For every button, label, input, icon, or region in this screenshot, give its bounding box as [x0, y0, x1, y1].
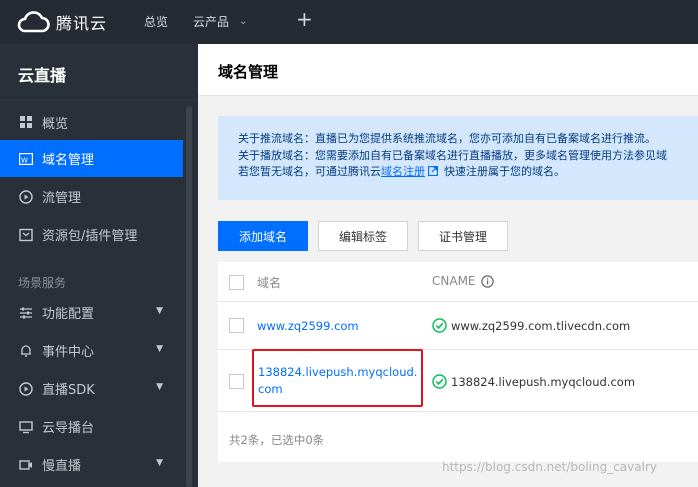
svg-text:W: W	[21, 156, 28, 164]
play-icon	[19, 381, 33, 396]
column-header-cname: CNAME	[432, 274, 494, 288]
page-title: 域名管理	[218, 63, 279, 81]
sidebar-title: 云直播	[18, 66, 67, 85]
chevron-down-icon: ▼	[156, 382, 163, 392]
row-checkbox[interactable]	[229, 318, 244, 333]
sidebar-item-label: 概览	[42, 117, 69, 132]
cname-text: 138824.livepush.myqcloud.com	[451, 374, 636, 389]
sidebar-item-label: 事件中心	[42, 345, 95, 360]
info-notice: 关于推流域名：直播已为您提供系统推流域名，您亦可添加自有已备案域名进行推流。 关…	[218, 116, 698, 200]
table-footer-count: 共2条，已选中0条	[229, 433, 325, 447]
sliders-icon	[19, 306, 33, 320]
sidebar: 云直播 概览 W 域名管理 流管理 资源包/插件管理 场景服务 功能配置 ▼ 事…	[0, 44, 198, 487]
cert-manage-button[interactable]: 证书管理	[418, 221, 508, 251]
sidebar-item-label: 流管理	[42, 191, 82, 206]
sidebar-item-domain-management[interactable]: W 域名管理	[0, 140, 183, 177]
highlight-annotation	[252, 349, 423, 407]
cloud-icon	[17, 11, 50, 33]
sidebar-item-label: 慢直播	[42, 459, 82, 474]
chevron-down-icon: ⌄	[239, 16, 248, 27]
table-header-row: 域名 CNAME	[218, 262, 698, 302]
top-bar: 腾讯云 总览 云产品 ⌄ +	[0, 0, 698, 44]
sidebar-divider	[0, 100, 198, 101]
nav-overview[interactable]: 总览	[144, 13, 168, 30]
check-circle-icon	[432, 318, 447, 333]
chevron-down-icon: ▼	[156, 344, 163, 354]
main-content: 域名管理 关于推流域名：直播已为您提供系统推流域名，您亦可添加自有已备案域名进行…	[198, 44, 698, 487]
sidebar-item-label: 直播SDK	[42, 383, 95, 398]
external-link-icon[interactable]	[428, 166, 438, 176]
notice-line-play: 关于播放域名：您需要添加自有已备案域名进行直播播放，更多域名管理使用方法参见域	[238, 148, 667, 162]
grid-icon	[19, 116, 33, 130]
play-circle-icon	[19, 189, 33, 204]
sidebar-item-label: 云导播台	[42, 421, 95, 436]
sidebar-item-label: 资源包/插件管理	[42, 229, 138, 244]
monitor-icon	[19, 420, 33, 434]
cname-text: www.zq2599.com.tlivecdn.com	[451, 318, 631, 333]
package-icon	[19, 228, 33, 242]
brand-logo[interactable]: 腾讯云	[16, 0, 107, 44]
sidebar-item-label: 域名管理	[42, 153, 95, 168]
notice-register-suffix: 快速注册属于您的域名。	[444, 165, 565, 178]
sidebar-item-stream-management[interactable]: 流管理	[0, 178, 183, 215]
sidebar-item-overview[interactable]: 概览	[0, 104, 183, 141]
page-header: 域名管理	[198, 44, 698, 96]
domain-link[interactable]: www.zq2599.com	[257, 319, 359, 333]
sidebar-section-scene-services: 场景服务	[18, 276, 67, 290]
sidebar-item-live-sdk[interactable]: 直播SDK ▼	[0, 370, 183, 407]
sidebar-item-feature-config[interactable]: 功能配置 ▼	[0, 294, 183, 331]
cname-value: 138824.livepush.myqcloud.com	[432, 374, 635, 389]
notice-line-register: 若您暂无域名，可通过腾讯云域名注册 快速注册属于您的域名。	[238, 164, 698, 181]
watermark: https://blog.csdn.net/boling_cavalry	[442, 460, 657, 474]
chevron-down-icon: ▼	[156, 306, 163, 316]
select-all-checkbox[interactable]	[229, 275, 244, 290]
sidebar-item-event-center[interactable]: 事件中心 ▼	[0, 332, 183, 369]
sidebar-scrollbar-thumb[interactable]	[186, 106, 192, 487]
info-icon[interactable]	[480, 274, 494, 288]
column-header-domain: 域名	[257, 276, 282, 290]
brand-name: 腾讯云	[56, 14, 108, 33]
sidebar-item-label: 功能配置	[42, 307, 95, 322]
domain-table: 域名 CNAME www.zq2599.com www.zq2599.com.t…	[218, 262, 698, 462]
table-row: www.zq2599.com www.zq2599.com.tlivecdn.c…	[218, 302, 698, 350]
add-icon[interactable]: +	[296, 9, 313, 29]
web-icon: W	[19, 152, 33, 166]
notice-register-prefix: 若您暂无域名，可通过腾讯云	[238, 165, 381, 178]
notice-line-push: 关于推流域名：直播已为您提供系统推流域名，您亦可添加自有已备案域名进行推流。	[238, 132, 656, 145]
camera-icon	[19, 458, 33, 472]
nav-products-label: 云产品	[193, 15, 230, 29]
check-circle-icon	[432, 374, 447, 389]
chevron-down-icon: ▼	[156, 458, 163, 468]
sidebar-item-packages[interactable]: 资源包/插件管理	[0, 216, 183, 253]
column-header-cname-label: CNAME	[432, 274, 476, 288]
row-checkbox[interactable]	[229, 374, 244, 389]
domain-register-link[interactable]: 域名注册	[381, 165, 425, 178]
sidebar-item-cloud-director[interactable]: 云导播台	[0, 408, 183, 445]
cname-value: www.zq2599.com.tlivecdn.com	[432, 318, 630, 333]
sidebar-item-slow-live[interactable]: 慢直播 ▼	[0, 446, 183, 483]
add-domain-button[interactable]: 添加域名	[218, 221, 308, 251]
edit-tags-button[interactable]: 编辑标签	[318, 221, 408, 251]
nav-products[interactable]: 云产品 ⌄	[193, 13, 247, 30]
bell-icon	[19, 344, 33, 358]
